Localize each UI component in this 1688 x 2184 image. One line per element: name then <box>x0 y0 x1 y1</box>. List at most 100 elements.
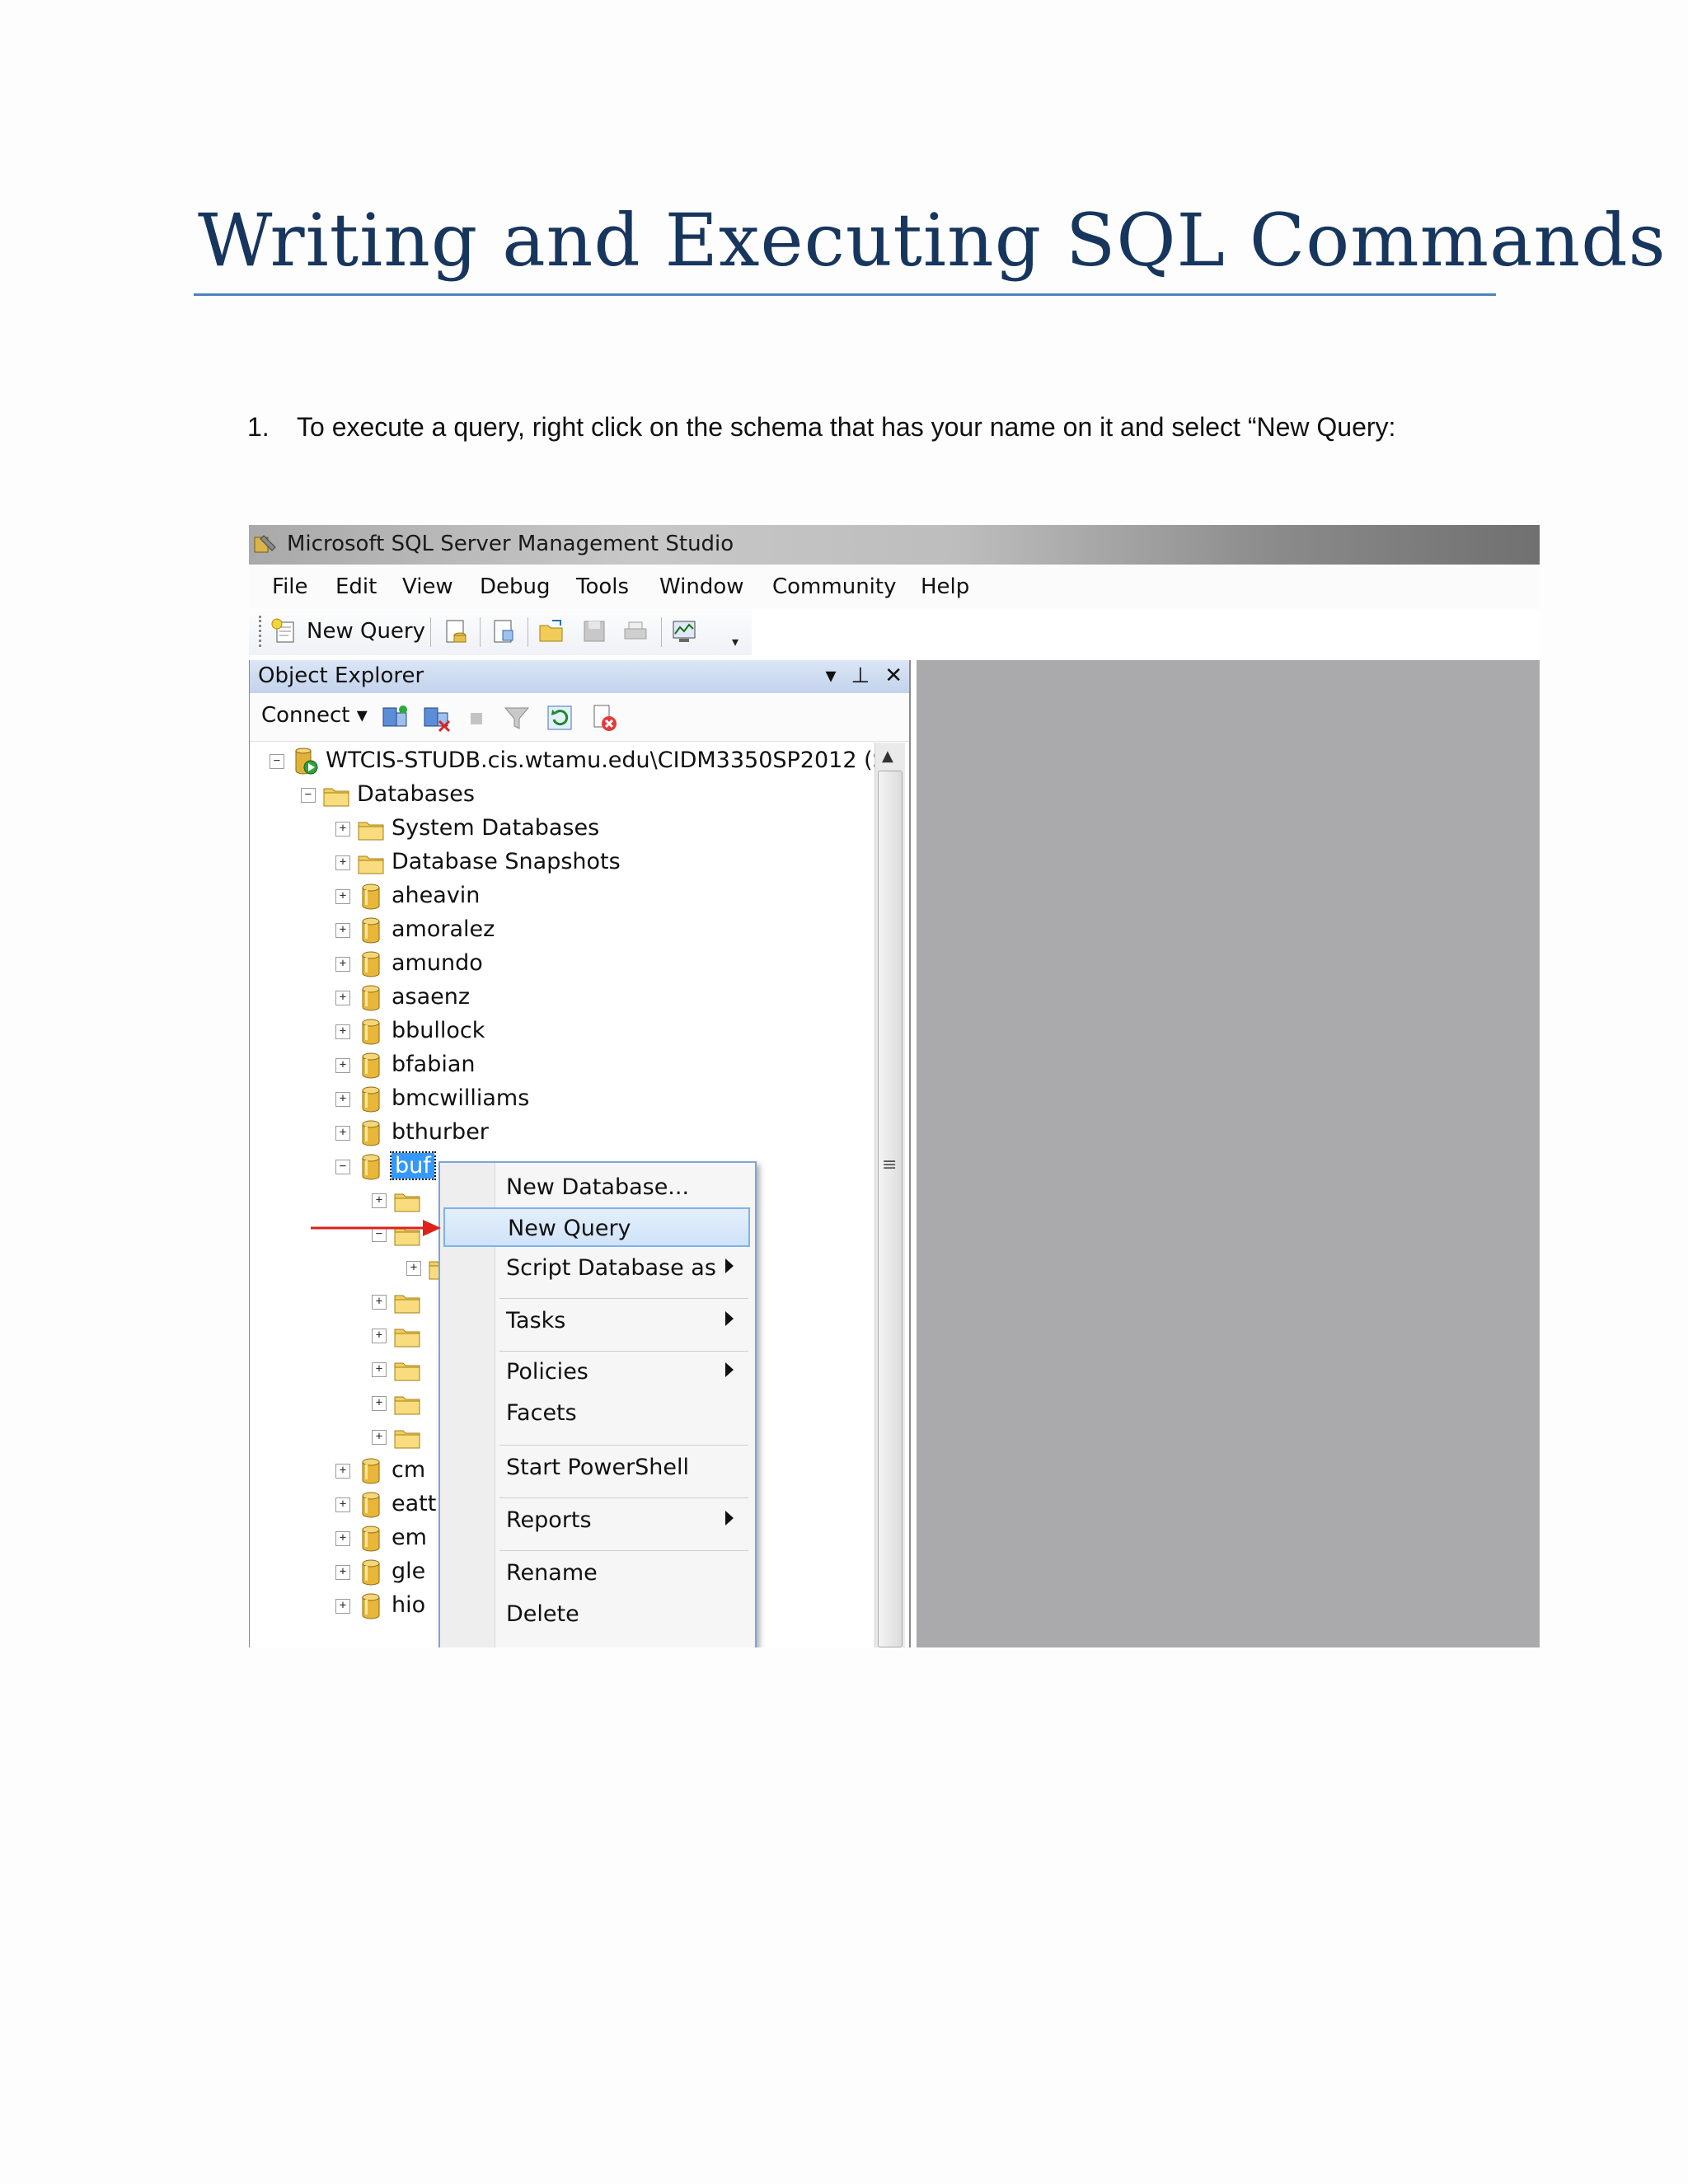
tree-node-label: bthurber <box>392 1119 489 1145</box>
context-menu-item-reports[interactable]: Reports <box>443 1501 750 1540</box>
context-menu-item-label: New Query <box>508 1216 631 1241</box>
tree-node-label: amundo <box>392 950 483 976</box>
toolbar-separator <box>661 617 662 647</box>
activity-monitor-icon[interactable] <box>671 617 699 645</box>
tree-node-database[interactable]: + asaenz <box>250 982 876 1015</box>
context-menu-item-script-database-as[interactable]: Script Database as <box>443 1249 750 1288</box>
expand-toggle[interactable]: + <box>335 1464 350 1479</box>
expand-toggle[interactable]: + <box>335 1497 350 1512</box>
expand-toggle[interactable]: + <box>372 1430 387 1445</box>
context-menu-item-new-query[interactable]: New Query <box>443 1207 750 1247</box>
context-menu-item-label: Tasks <box>506 1308 566 1333</box>
expand-toggle[interactable]: + <box>335 1058 350 1073</box>
menu-edit[interactable]: Edit <box>335 574 377 599</box>
expand-toggle[interactable]: + <box>335 1531 350 1546</box>
expand-toggle[interactable]: + <box>335 1599 350 1614</box>
connect-dropdown[interactable]: Connect ▾ <box>261 703 368 728</box>
expand-toggle[interactable]: + <box>372 1396 387 1411</box>
folder-icon <box>394 1329 420 1347</box>
open-file-icon[interactable] <box>537 617 565 645</box>
collapse-toggle[interactable]: − <box>301 788 316 803</box>
tree-node-folder[interactable]: + Database Snapshots <box>250 847 876 880</box>
database-engine-query-icon[interactable] <box>442 617 470 645</box>
menu-window[interactable]: Window <box>659 574 744 599</box>
expand-toggle[interactable]: + <box>406 1261 421 1276</box>
tree-node-database[interactable]: + amoralez <box>250 915 876 948</box>
expand-toggle[interactable]: + <box>335 855 350 870</box>
tree-node-database[interactable]: + bmcwilliams <box>250 1084 876 1117</box>
tree-scrollbar[interactable]: ▲ ≡ <box>874 743 905 1647</box>
expand-toggle[interactable]: + <box>372 1329 387 1343</box>
selected-database-label: buf <box>390 1151 436 1180</box>
context-menu-separator <box>499 1445 748 1446</box>
object-explorer-title: Object Explorer <box>258 663 424 688</box>
tree-node-label: cm <box>392 1457 426 1483</box>
pane-dropdown-icon[interactable]: ▾ <box>825 663 836 688</box>
analysis-query-icon[interactable] <box>490 617 518 645</box>
context-menu-item-start-powershell[interactable]: Start PowerShell <box>443 1448 750 1488</box>
tree-node-database[interactable]: + bbullock <box>250 1016 876 1049</box>
menu-file[interactable]: File <box>272 574 308 599</box>
tree-node-folder[interactable]: + System Databases <box>250 813 876 846</box>
expand-toggle[interactable]: + <box>372 1193 387 1208</box>
document-title: Writing and Executing SQL Commands <box>198 198 1667 283</box>
folder-icon <box>394 1396 420 1415</box>
context-menu-item-delete[interactable]: Delete <box>443 1595 750 1634</box>
tree-node-database[interactable]: + bfabian <box>250 1050 876 1083</box>
scroll-up-arrow[interactable]: ▲ <box>882 748 893 765</box>
database-icon <box>362 1458 380 1484</box>
menu-tools[interactable]: Tools <box>576 574 629 599</box>
tree-node-label: gle <box>392 1558 426 1584</box>
close-icon[interactable]: ✕ <box>884 663 903 688</box>
collapse-toggle[interactable]: − <box>335 1160 350 1174</box>
expand-toggle[interactable]: + <box>335 1565 350 1580</box>
expand-toggle[interactable]: + <box>335 889 350 904</box>
disconnect-icon[interactable] <box>421 703 451 733</box>
database-icon <box>362 951 380 977</box>
context-menu-item-new-database[interactable]: New Database... <box>443 1168 750 1207</box>
scroll-thumb[interactable] <box>878 771 903 1647</box>
context-menu-item-facets[interactable]: Facets <box>443 1394 750 1433</box>
database-icon <box>362 1492 380 1518</box>
tree-node-label: bmcwilliams <box>392 1085 530 1111</box>
tree-node-databases[interactable]: − Databases <box>250 780 876 813</box>
context-menu: New Database... New Query Script Database … <box>438 1161 757 1647</box>
tree-node-database[interactable]: + aheavin <box>250 881 876 914</box>
refresh-icon[interactable] <box>545 703 574 733</box>
toolbar-grip[interactable] <box>259 616 264 647</box>
tree-node-database[interactable]: + bthurber <box>250 1118 876 1151</box>
database-icon <box>362 1593 380 1619</box>
menu-community[interactable]: Community <box>772 574 896 599</box>
toolbar-overflow-button[interactable]: ▾ <box>732 634 738 649</box>
step-text: To execute a query, right click on the s… <box>297 412 1396 442</box>
expand-toggle[interactable]: + <box>335 1126 350 1141</box>
expand-toggle[interactable]: + <box>335 1024 350 1039</box>
title-underline <box>194 293 1496 296</box>
save-icon[interactable] <box>580 617 608 645</box>
expand-toggle[interactable]: + <box>335 957 350 972</box>
script-delete-icon[interactable] <box>589 703 619 733</box>
context-menu-item-label: Rename <box>506 1560 598 1586</box>
expand-toggle[interactable]: + <box>335 1092 350 1107</box>
connect-server-icon[interactable] <box>380 703 410 733</box>
expand-toggle[interactable]: + <box>335 822 350 837</box>
context-menu-item-policies[interactable]: Policies <box>443 1352 750 1392</box>
filter-icon[interactable] <box>502 703 532 733</box>
print-icon[interactable] <box>621 617 649 645</box>
expand-toggle[interactable]: + <box>335 923 350 938</box>
context-menu-item-tasks[interactable]: Tasks <box>443 1301 750 1341</box>
expand-toggle[interactable]: + <box>335 991 350 1005</box>
expand-toggle[interactable]: + <box>372 1295 387 1310</box>
expand-toggle[interactable]: + <box>372 1362 387 1377</box>
menu-debug[interactable]: Debug <box>480 574 551 599</box>
collapse-toggle[interactable]: − <box>270 754 284 769</box>
tree-node-database[interactable]: + amundo <box>250 949 876 982</box>
tree-node-server[interactable]: − WTCIS-STUDB.cis.wtamu.edu\CIDM3350SP201… <box>250 746 876 779</box>
stop-icon[interactable] <box>462 703 492 733</box>
toolbar-separator <box>430 617 431 647</box>
context-menu-item-rename[interactable]: Rename <box>443 1554 750 1593</box>
menu-help[interactable]: Help <box>921 574 969 599</box>
pin-icon[interactable]: ⊥ <box>851 663 870 688</box>
submenu-arrow-icon <box>725 1362 734 1377</box>
menu-view[interactable]: View <box>402 574 453 599</box>
